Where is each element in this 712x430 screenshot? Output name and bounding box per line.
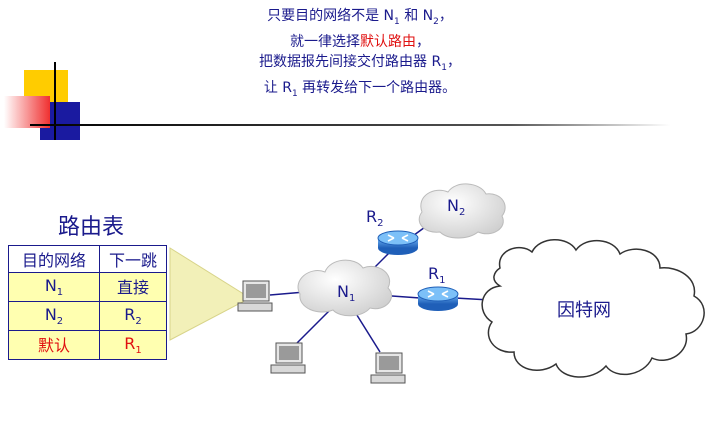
n2-label: N2 — [447, 196, 466, 219]
slide-decoration — [4, 62, 670, 140]
n1-label: N1 — [337, 282, 356, 305]
deco-red-square — [4, 96, 50, 128]
link-n1-pc3 — [354, 311, 381, 353]
router-r2-icon — [377, 230, 419, 255]
link-n1-r1 — [391, 295, 421, 299]
computer-icon-2 — [270, 342, 306, 374]
internet-label: 因特网 — [557, 300, 611, 321]
deco-horizontal-rule — [30, 124, 670, 126]
computer-icon-1 — [237, 280, 273, 312]
table-callout — [169, 247, 252, 341]
link-n1-pc2 — [294, 309, 331, 346]
router-r1-icon — [417, 286, 459, 311]
network-diagram — [169, 183, 705, 384]
r2-label: R2 — [366, 207, 384, 230]
computer-icon-3 — [370, 352, 406, 384]
r1-label: R1 — [428, 264, 446, 287]
